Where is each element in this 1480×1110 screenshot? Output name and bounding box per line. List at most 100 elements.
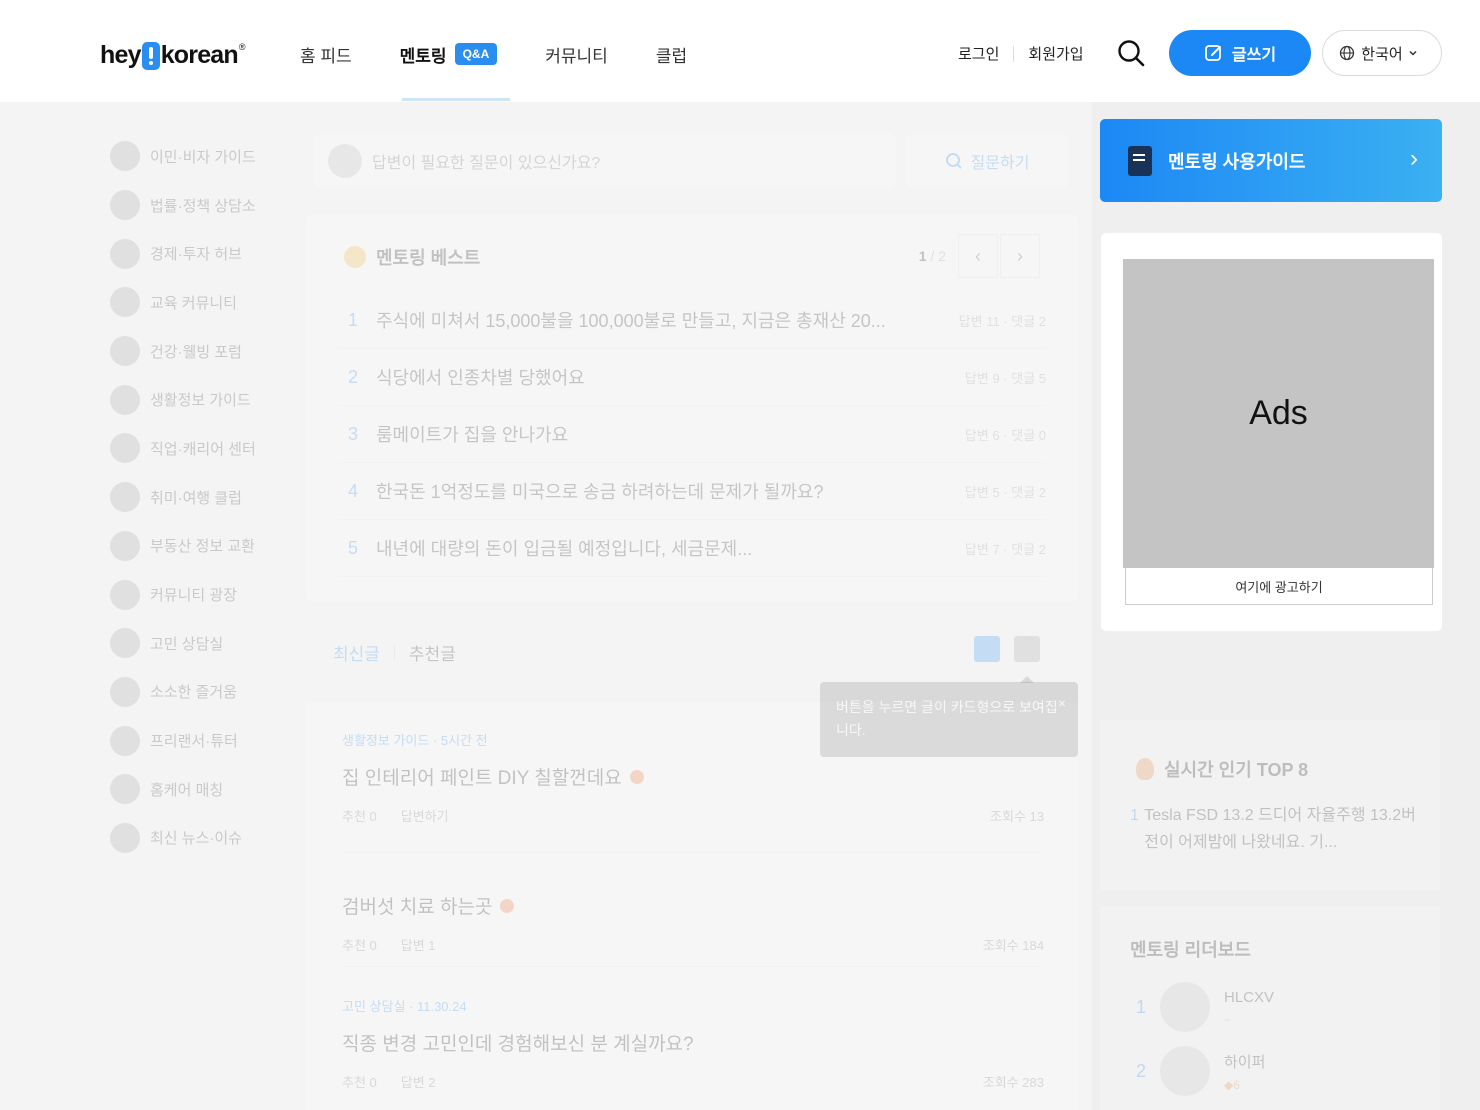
sidebar-item[interactable]: 이민·비자 가이드 [110,132,310,181]
nav-mentoring-label: 멘토링 [399,46,447,66]
top8-item[interactable]: 1 Tesla FSD 13.2 드디어 자율주행 13.2버전이 어제밤에 나… [1130,802,1420,856]
best-meta: 답변 6 · 댓글 0 [964,427,1046,443]
sidebar-item[interactable]: 부동산 정보 교환 [110,522,310,571]
sidebar-item[interactable]: 취미·여행 클럽 [110,473,310,522]
best-meta: 답변 9 · 댓글 5 [964,370,1046,386]
ad-card: Ads 여기에 광고하기 [1101,233,1442,631]
top8-item-number: 1 [1130,807,1139,824]
hot-badge-icon [629,769,644,784]
sidebar-item-label: 경제·투자 허브 [150,246,242,264]
sidebar-item[interactable]: 직업·캐리어 센터 [110,424,310,473]
question-search-bar[interactable]: 답변이 필요한 질문이 있으신가요? [314,133,896,189]
post-footer: 추천 0 답변하기 조회수 13 [342,806,1044,825]
sidebar-item[interactable]: 소소한 즐거움 [110,668,310,717]
mentoring-guide-banner[interactable]: 멘토링 사용가이드 › [1100,119,1442,202]
tab-divider [393,644,395,661]
language-select[interactable]: 한국어 [1322,30,1442,76]
category-icon [110,676,140,707]
leaderboard-row[interactable]: 2 하이퍼 ◆6 [1136,1046,1416,1096]
leader-points: – [1224,1011,1231,1026]
post-recommend[interactable]: 추천 0 [342,1072,377,1091]
sidebar-item-label: 소소한 즐거움 [150,684,237,702]
sidebar-item[interactable]: 건강·웰빙 포럼 [110,327,310,376]
post-views: 조회수 13 [990,809,1044,824]
sidebar-item[interactable]: 법률·정책 상담소 [110,181,310,230]
guide-label: 멘토링 사용가이드 [1168,151,1306,172]
post-item[interactable]: 검버섯 치료 하는곳 추천 0 답변 1 조회수 184 [342,878,1044,954]
tab-recommended[interactable]: 추천글 [409,640,456,665]
user-avatar [328,144,362,178]
card-view-icon[interactable] [1014,636,1040,662]
logo-mark-icon [141,42,160,70]
nav-community[interactable]: 커뮤니티 [545,40,608,68]
best-pager: 1 / 2 [919,248,946,264]
post-views: 조회수 283 [982,1075,1044,1090]
sidebar-item-label: 프리랜서·튜터 [150,733,238,751]
best-rank: 3 [348,423,359,444]
best-meta: 답변 11 · 댓글 2 [958,313,1046,329]
leader-avatar [1160,982,1210,1032]
post-answer[interactable]: 답변 2 [401,1072,436,1091]
q-icon [945,153,962,169]
post-answer[interactable]: 답변 1 [401,935,436,954]
best-meta: 답변 5 · 댓글 2 [964,484,1046,500]
tooltip-close-icon[interactable]: × [1058,692,1066,715]
ad-placeholder[interactable]: Ads [1123,259,1434,568]
ask-question-button[interactable]: 질문하기 [906,133,1068,189]
sidebar-item[interactable]: 고민 상담실 [110,619,310,668]
leaderboard-row[interactable]: 1 HLCXV – [1136,982,1416,1032]
book-icon [1128,145,1152,176]
post-recommend[interactable]: 추천 0 [342,935,377,954]
post-item[interactable]: 고민 상담실 · 11.30.24 직종 변경 고민인데 경험해보신 분 계실까요… [342,996,1044,1091]
nav-home-feed[interactable]: 홈 피드 [300,40,352,68]
auth-divider [1013,45,1015,62]
top8-title-text: 실시간 인기 TOP 8 [1164,760,1309,780]
best-title: 룸메이트가 집을 안나가요 [376,425,569,445]
category-icon [110,725,140,756]
sidebar-item[interactable]: 경제·투자 허브 [110,229,310,278]
logo-text-left: hey [100,40,141,69]
tab-latest[interactable]: 최신글 [333,640,380,665]
best-row[interactable]: 4 한국돈 1억정도를 미국으로 송금 하려하는데 문제가 될까요? 답변 5 · … [338,463,1046,520]
post-title: 직종 변경 고민인데 경험해보신 분 계실까요? [342,1029,1044,1056]
category-icon [110,141,140,172]
sidebar-item[interactable]: 커뮤니티 광장 [110,570,310,619]
sidebar-item[interactable]: 최신 뉴스·이슈 [110,814,310,863]
list-view-icon[interactable] [974,636,1000,662]
best-meta: 답변 7 · 댓글 2 [964,541,1046,557]
sidebar-item[interactable]: 교육 커뮤니티 [110,278,310,327]
best-row[interactable]: 2 식당에서 인종차별 당했어요 답변 9 · 댓글 5 [338,349,1046,406]
category-icon [110,628,140,659]
login-link[interactable]: 로그인 [958,43,999,64]
sidebar-item[interactable]: 프리랜서·튜터 [110,716,310,765]
signup-link[interactable]: 회원가입 [1028,43,1083,64]
post-answer[interactable]: 답변하기 [401,806,449,825]
sidebar-item-label: 직업·캐리어 센터 [150,440,256,458]
pager-next-button[interactable]: › [1000,234,1040,278]
nav-mentoring[interactable]: 멘토링 Q&A [400,40,498,68]
logo[interactable]: hey korean ® [100,38,245,72]
sidebar-item-label: 커뮤니티 광장 [150,587,237,605]
advertise-link[interactable]: 여기에 광고하기 [1125,568,1433,605]
top8-item-text: Tesla FSD 13.2 드디어 자율주행 13.2버전이 어제밤에 나왔네… [1144,807,1416,851]
nav-club[interactable]: 클럽 [656,40,687,68]
category-icon [110,822,140,853]
write-button[interactable]: 글쓰기 [1169,30,1311,76]
search-placeholder: 답변이 필요한 질문이 있으신가요? [372,155,601,172]
search-icon[interactable] [1116,38,1146,68]
pager-prev-button[interactable]: ‹ [958,234,998,278]
sidebar-item-label: 부동산 정보 교환 [150,538,255,556]
leader-rank: 1 [1136,996,1147,1017]
category-icon [110,774,140,805]
best-row[interactable]: 3 룸메이트가 집을 안나가요 답변 6 · 댓글 0 [338,406,1046,463]
sidebar-item-label: 이민·비자 가이드 [150,148,256,166]
write-label: 글쓰기 [1231,47,1277,64]
sidebar-item[interactable]: 홈케어 매칭 [110,765,310,814]
mentoring-best-card: 멘토링 베스트 1 / 2 ‹ › 1 주식에 미쳐서 15,000불을 100,… [306,214,1078,602]
sidebar-item-label: 고민 상담실 [150,635,224,653]
post-recommend[interactable]: 추천 0 [342,806,377,825]
logo-registered: ® [238,42,246,52]
sidebar-item[interactable]: 생활정보 가이드 [110,375,310,424]
best-row[interactable]: 1 주식에 미쳐서 15,000불을 100,000불로 만들고, 지금은 총재산… [338,292,1046,349]
best-row[interactable]: 5 내년에 대량의 돈이 입금될 예정입니다, 세금문제... 답변 7 · 댓글 … [338,520,1046,577]
